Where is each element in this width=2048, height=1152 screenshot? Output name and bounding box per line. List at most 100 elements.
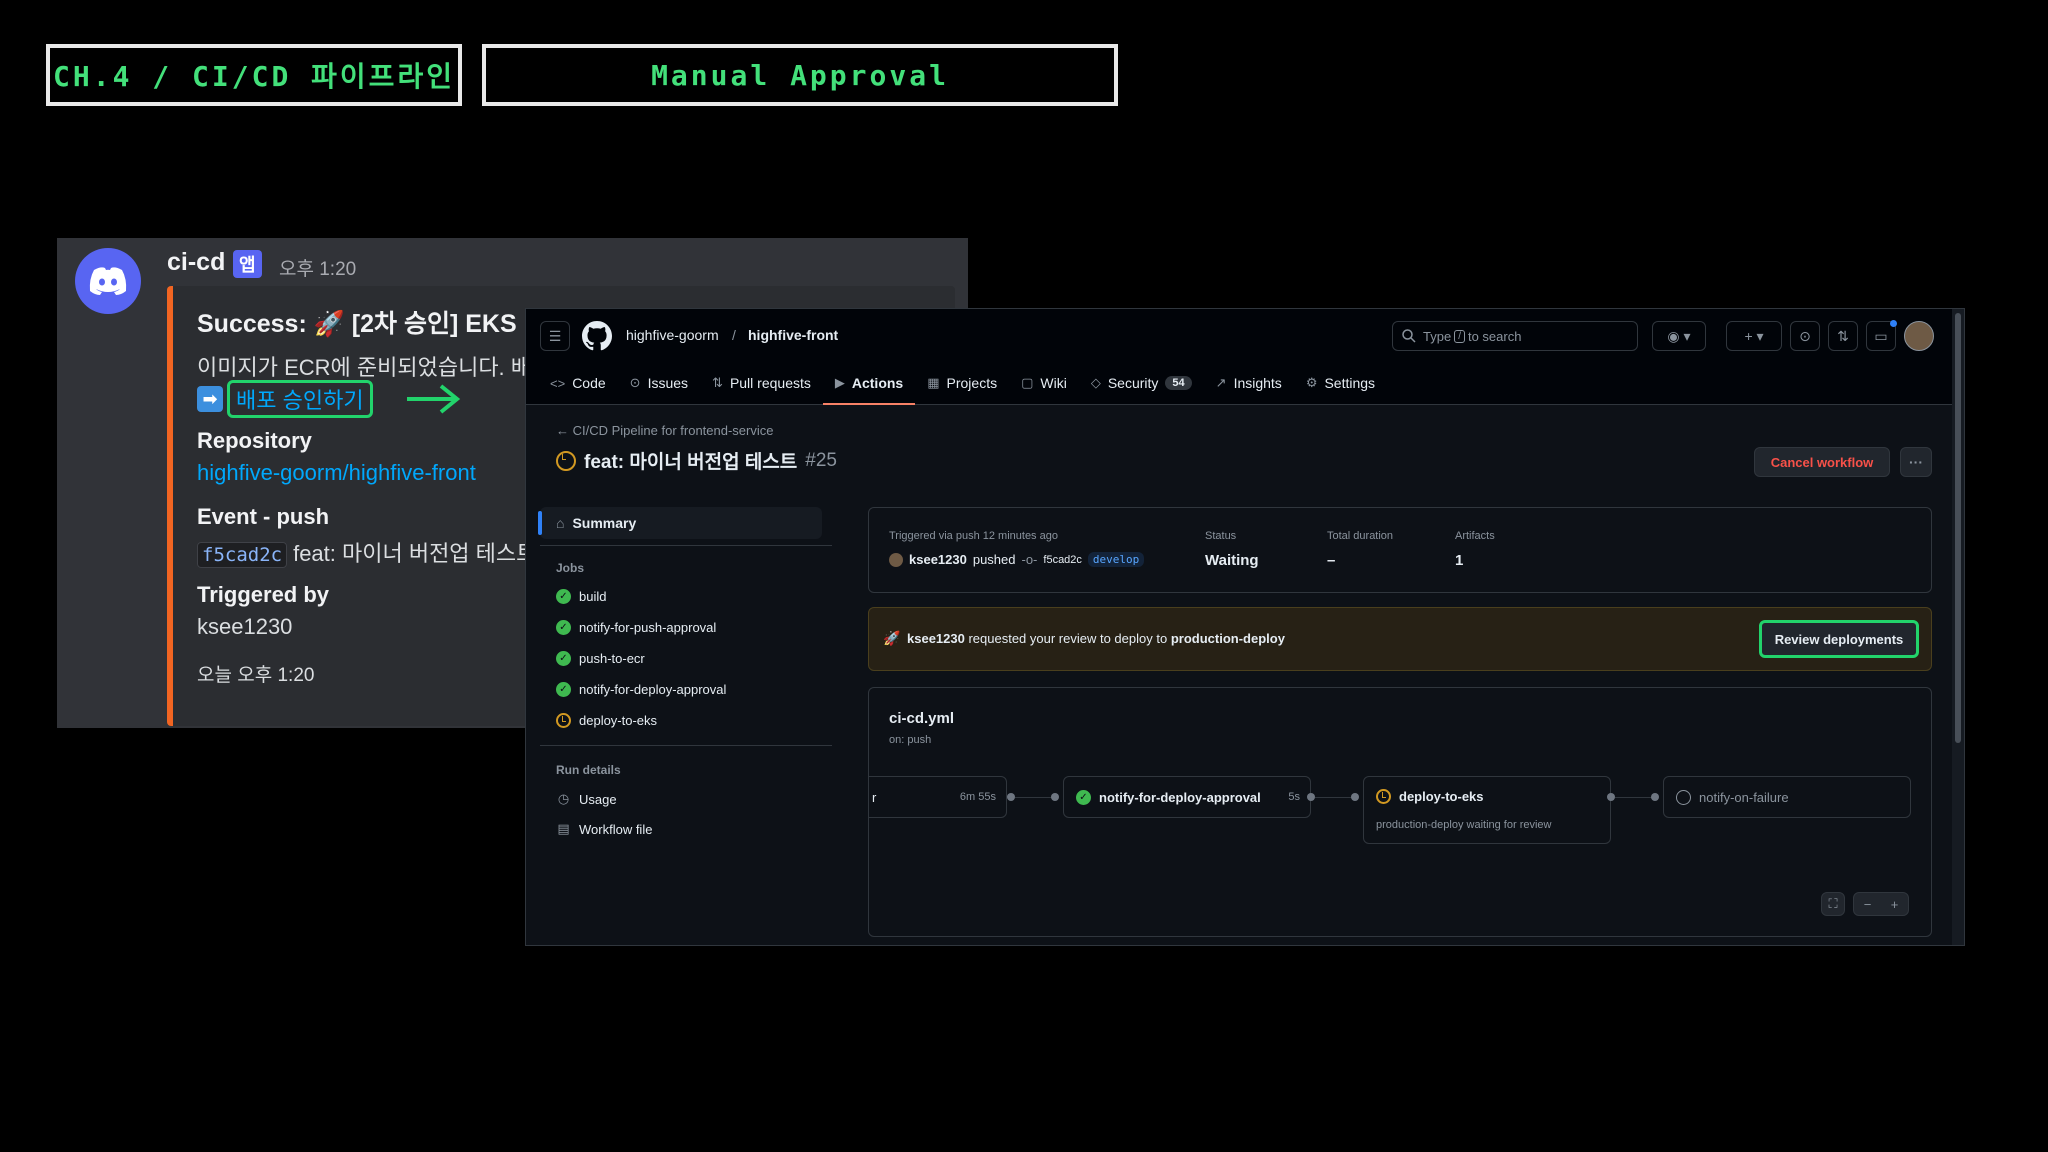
search-suffix: to search [1467, 328, 1522, 344]
clock-icon [556, 713, 571, 728]
event-label: Event - push [197, 504, 330, 529]
graph-node-deploy-to-eks[interactable]: deploy-to-eks production-deploy waiting … [1363, 776, 1611, 844]
artifacts-value[interactable]: 1 [1455, 552, 1463, 569]
create-new-button[interactable]: + ▾ [1726, 321, 1782, 351]
connector-line [1315, 797, 1355, 798]
check-circle-icon: ✓ [556, 589, 571, 604]
gear-icon: ⚙ [1305, 375, 1318, 390]
actor-avatar [889, 552, 903, 567]
repo-owner-link[interactable]: highfive-goorm [626, 327, 719, 343]
chapter-title: CH.4 / CI/CD 파이프라인 [46, 44, 462, 106]
discord-logo-icon [89, 267, 127, 295]
search-input[interactable]: Type / to search [1392, 321, 1638, 351]
node-name: r [872, 789, 877, 805]
zoom-in-button[interactable]: + [1881, 897, 1908, 912]
inbox-button[interactable]: ▭ [1866, 320, 1897, 351]
vertical-scrollbar[interactable] [1952, 309, 1964, 945]
copilot-button[interactable]: ◉ ▾ [1652, 321, 1706, 351]
sidebar-item-usage[interactable]: ◷ Usage [556, 791, 617, 807]
connector-dot [1007, 793, 1015, 801]
sidebar-job-notify-push[interactable]: ✓ notify-for-push-approval [556, 620, 716, 635]
sidebar-label: Summary [572, 515, 637, 531]
message-timestamp: 오후 1:20 [279, 259, 357, 280]
sidebar-item-workflow-file[interactable]: ▤ Workflow file [556, 821, 652, 837]
actor-name[interactable]: ksee1230 [909, 552, 967, 567]
tab-code[interactable]: <> Code [538, 363, 618, 403]
menu-icon[interactable]: ☰ [540, 321, 570, 351]
repository-label: Repository [197, 428, 312, 453]
commit-sha[interactable]: f5cad2c [1043, 554, 1082, 566]
search-prefix: Type [1423, 328, 1452, 344]
green-arrow-icon [407, 384, 461, 414]
tab-insights[interactable]: ↗ Insights [1204, 363, 1294, 403]
clock-icon [1376, 789, 1391, 804]
issues-button[interactable]: ⊙ [1790, 321, 1820, 351]
tab-actions[interactable]: ▶ Actions [822, 363, 916, 405]
tab-wiki[interactable]: ▢ Wiki [1009, 363, 1079, 403]
graph-icon: ↗ [1215, 375, 1227, 390]
tab-security[interactable]: ◇ Security 54 [1079, 363, 1204, 403]
github-actions-window: ☰ highfive-goorm / highfive-front Type /… [525, 308, 1965, 946]
tab-label: Actions [851, 375, 904, 391]
sidebar-job-push-to-ecr[interactable]: ✓ push-to-ecr [556, 651, 645, 666]
tab-label: Wiki [1040, 375, 1067, 391]
scrollbar-thumb[interactable] [1955, 313, 1961, 743]
repository-link[interactable]: highfive-goorm/highfive-front [197, 460, 476, 486]
node-name: deploy-to-eks [1399, 789, 1484, 804]
duration-value: – [1327, 552, 1336, 569]
fullscreen-icon[interactable]: ⛶ [1821, 892, 1845, 916]
status-label: Status [1205, 530, 1237, 542]
repo-name-link[interactable]: highfive-front [748, 327, 838, 343]
jobs-heading: Jobs [556, 561, 585, 575]
chevron-down-icon: ▾ [1756, 327, 1764, 344]
review-request-text: ksee1230 requested your review to deploy… [907, 631, 1285, 646]
sidebar-job-build[interactable]: ✓ build [556, 589, 606, 604]
github-header: ☰ highfive-goorm / highfive-front Type /… [526, 309, 1954, 405]
node-name: notify-on-failure [1699, 789, 1789, 805]
tab-projects[interactable]: ▦ Projects [915, 363, 1009, 403]
discord-avatar[interactable] [75, 248, 141, 314]
run-status-card: Triggered via push 12 minutes ago ksee12… [868, 507, 1932, 593]
workflow-back-link[interactable]: ← CI/CD Pipeline for frontend-service [556, 423, 773, 438]
review-actor[interactable]: ksee1230 [907, 631, 965, 646]
run-title: feat: 마이너 버전업 테스트 #25 [556, 447, 837, 474]
graph-node-push-to-ecr[interactable]: r 6m 55s [869, 776, 1007, 818]
graph-node-notify-deploy[interactable]: ✓ notify-for-deploy-approval 5s [1063, 776, 1311, 818]
node-note: production-deploy waiting for review [1376, 819, 1552, 831]
sidebar-item-summary[interactable]: ⌂ Summary [538, 507, 822, 539]
action-text: pushed [972, 552, 1016, 567]
review-request-banner: 🚀 ksee1230 requested your review to depl… [868, 607, 1932, 671]
review-deployments-button[interactable]: Review deployments [1759, 620, 1919, 658]
check-circle-icon: ✓ [556, 620, 571, 635]
tab-settings[interactable]: ⚙ Settings [1294, 363, 1387, 403]
graph-node-notify-on-failure[interactable]: notify-on-failure [1663, 776, 1911, 818]
pull-requests-button[interactable]: ⇅ [1828, 321, 1858, 351]
arrow-right-emoji-icon: ➡ [197, 386, 223, 412]
message-author[interactable]: ci-cd [167, 248, 225, 277]
tab-issues[interactable]: ⊙ Issues [618, 363, 700, 403]
pull-request-icon: ⇅ [1837, 327, 1849, 344]
tab-label: Projects [946, 375, 998, 391]
github-logo-icon[interactable] [582, 321, 612, 351]
kebab-menu-icon[interactable]: ··· [1900, 447, 1932, 477]
sidebar-job-notify-deploy[interactable]: ✓ notify-for-deploy-approval [556, 682, 726, 697]
play-icon: ▶ [834, 375, 845, 390]
user-avatar[interactable] [1904, 321, 1934, 351]
run-details-heading: Run details [556, 763, 621, 777]
job-name: push-to-ecr [579, 651, 645, 666]
approve-deploy-link[interactable]: 배포 승인하기 [227, 380, 373, 418]
pending-circle-icon [1676, 789, 1691, 805]
cancel-workflow-button[interactable]: Cancel workflow [1754, 447, 1890, 477]
sidebar-job-deploy-to-eks[interactable]: deploy-to-eks [556, 713, 657, 728]
branch-badge[interactable]: develop [1087, 552, 1145, 567]
zoom-out-button[interactable]: − [1854, 897, 1881, 912]
sidebar-label: Usage [579, 791, 617, 807]
job-name: build [579, 589, 607, 604]
node-duration: 5s [1288, 791, 1300, 803]
divider [540, 745, 832, 746]
connector-line [1015, 797, 1055, 798]
connector-dot [1051, 793, 1059, 801]
search-icon [1402, 329, 1416, 343]
tab-pull-requests[interactable]: ⇅ Pull requests [700, 363, 823, 403]
sidebar-label: Workflow file [579, 821, 653, 837]
